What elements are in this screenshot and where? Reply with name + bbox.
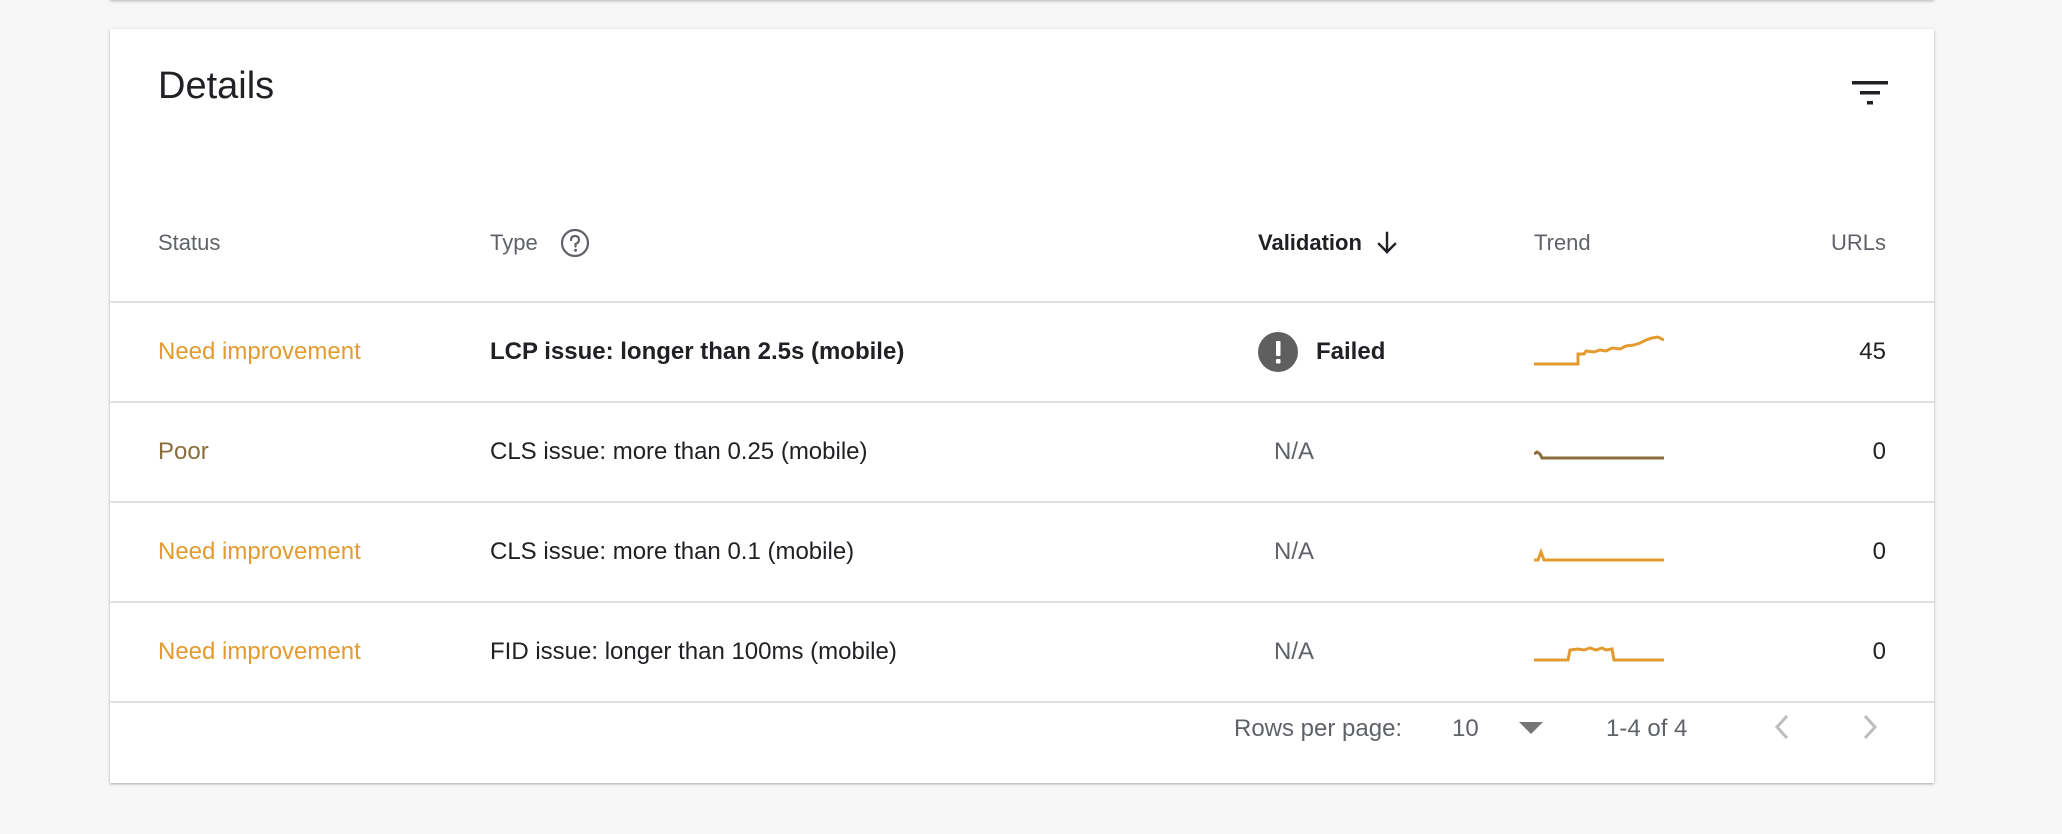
header-type-label: Type [490, 230, 538, 255]
header-trend: Trend [1534, 230, 1591, 255]
table-row[interactable]: Need improvement CLS issue: more than 0.… [110, 503, 1934, 603]
chevron-left-icon [1774, 714, 1789, 740]
status-label: Poor [158, 438, 209, 465]
rows-per-page-label: Rows per page: [1234, 715, 1403, 742]
validation-cell: N/A [1258, 503, 1314, 601]
rows-per-page-select[interactable]: 10 [1452, 707, 1543, 751]
trend-cell [1534, 503, 1664, 601]
filter-icon [1852, 81, 1888, 105]
type-label: LCP issue: longer than 2.5s (mobile) [490, 338, 905, 365]
caret-down-icon [1518, 722, 1543, 736]
status-label: Need improvement [158, 338, 361, 365]
pagination-footer: Rows per page: 10 1-4 of 4 [110, 673, 1934, 783]
table-header-row: Status Type Validation Trend URLs [110, 185, 1934, 303]
validation-status: N/A [1274, 538, 1315, 565]
validation-status: N/A [1274, 638, 1315, 665]
pagination-range: 1-4 of 4 [1606, 715, 1688, 742]
table-row[interactable]: Need improvement LCP issue: longer than … [110, 303, 1934, 403]
urls-count: 45 [1859, 338, 1886, 365]
trend-sparkline [1534, 646, 1664, 662]
type-label: CLS issue: more than 0.25 (mobile) [490, 438, 868, 465]
header-status: Status [158, 230, 221, 255]
urls-count: 0 [1872, 538, 1886, 565]
header-validation-sort[interactable]: Validation [1258, 185, 1398, 301]
validation-status: N/A [1274, 438, 1315, 465]
trend-sparkline [1534, 450, 1664, 460]
card-title: Details [158, 65, 275, 107]
header-type: Type [490, 185, 590, 301]
issues-table: Status Type Validation Trend URLs Need i… [110, 185, 1934, 703]
validation-status: Failed [1316, 338, 1386, 365]
header-validation-label: Validation [1258, 230, 1362, 255]
table-row[interactable]: Poor CLS issue: more than 0.25 (mobile) … [110, 403, 1934, 503]
filter-button[interactable] [1848, 71, 1892, 115]
type-label: CLS issue: more than 0.1 (mobile) [490, 538, 855, 565]
trend-cell [1534, 403, 1664, 501]
details-card: Details Status Type Validation Trend URL… [110, 29, 1934, 783]
help-icon[interactable] [560, 228, 590, 258]
urls-count: 0 [1872, 438, 1886, 465]
header-urls: URLs [1830, 230, 1886, 255]
arrow-down-icon [1376, 231, 1398, 255]
rows-per-page-value: 10 [1452, 715, 1479, 742]
trend-cell [1534, 303, 1664, 401]
validation-cell: Failed [1258, 303, 1385, 401]
next-page-button[interactable] [1848, 705, 1892, 749]
error-icon [1258, 332, 1298, 372]
trend-sparkline [1534, 335, 1664, 366]
chevron-right-icon [1863, 714, 1878, 740]
validation-cell: N/A [1258, 403, 1314, 501]
previous-page-button[interactable] [1760, 705, 1804, 749]
trend-sparkline [1534, 547, 1664, 562]
status-label: Need improvement [158, 538, 361, 565]
